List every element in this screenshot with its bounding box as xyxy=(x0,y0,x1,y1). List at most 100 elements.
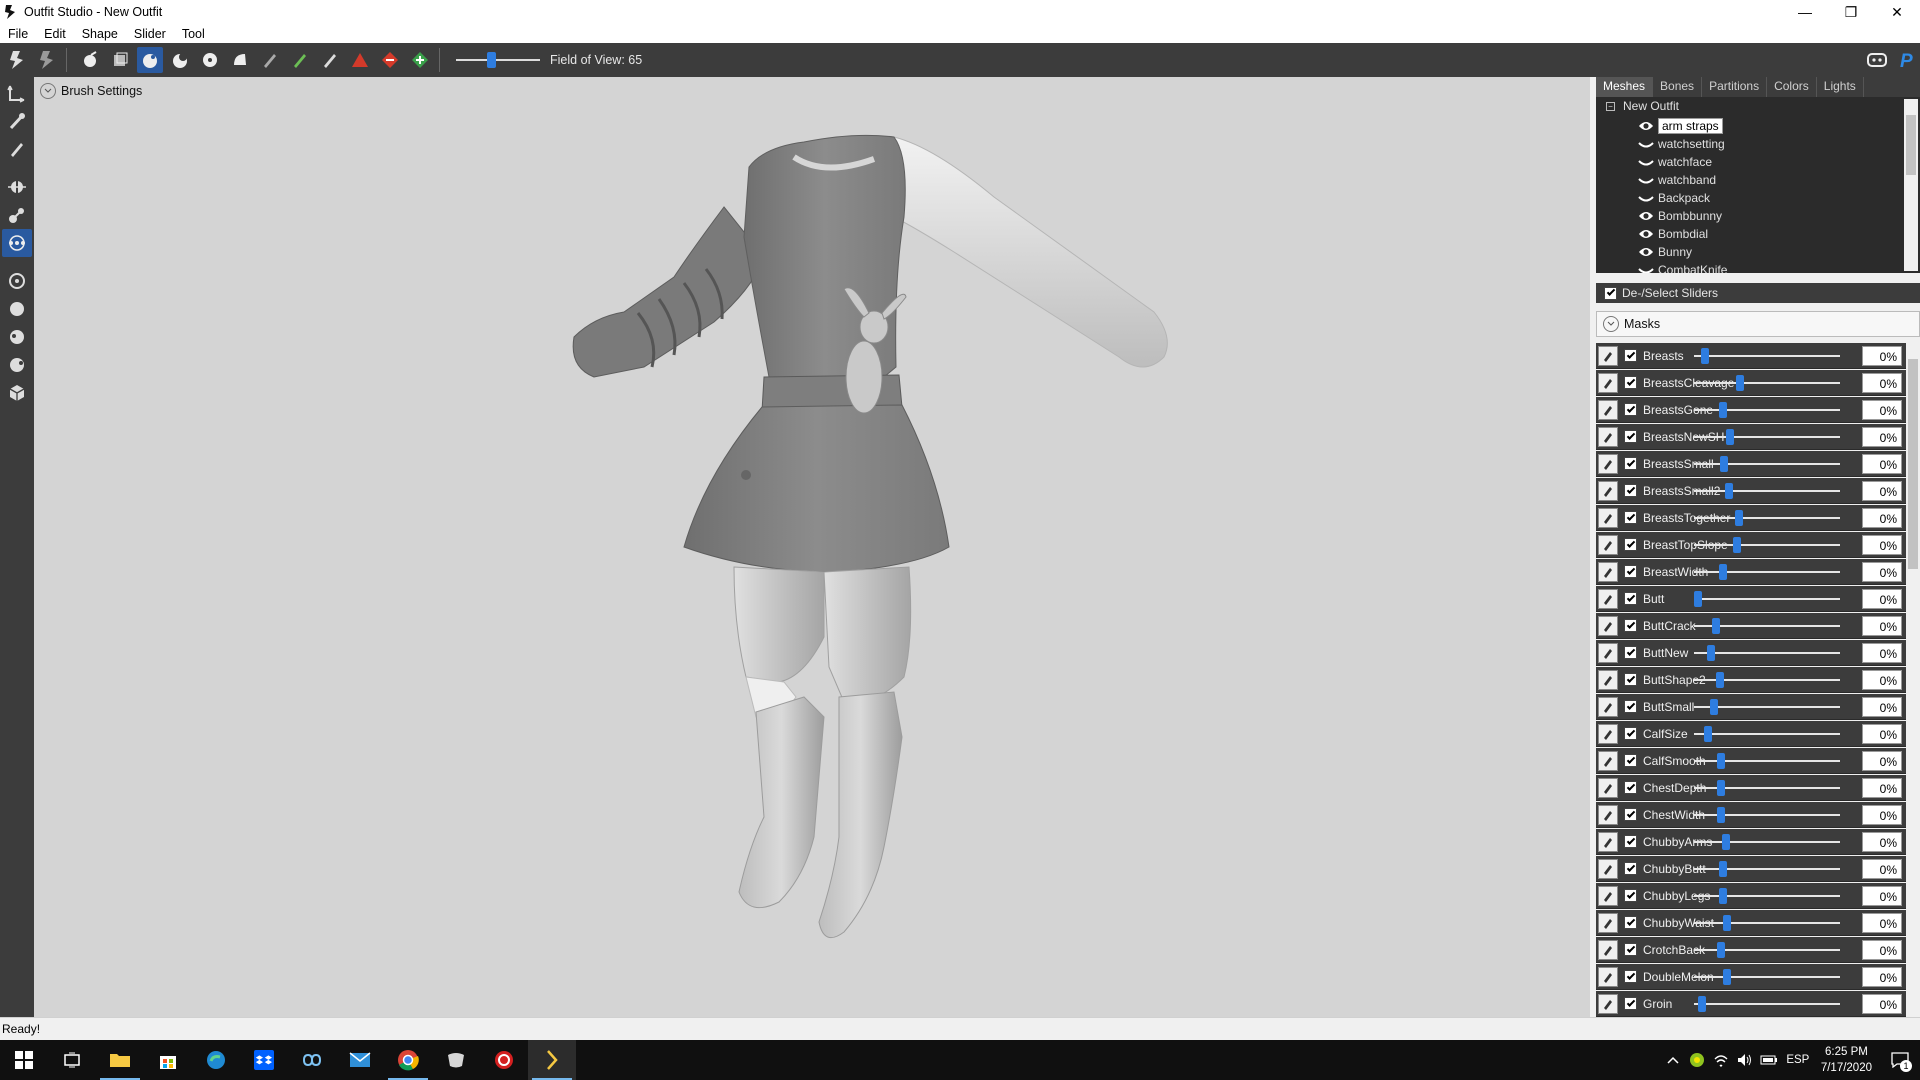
notification-icon[interactable]: 1 xyxy=(1880,1040,1920,1080)
alpha-paint-icon[interactable] xyxy=(317,47,343,73)
edit-slider-button[interactable] xyxy=(1598,669,1618,690)
eye-open-icon[interactable] xyxy=(1638,246,1654,258)
mesh-item[interactable]: Bunny xyxy=(1638,243,1692,261)
slider-value-field[interactable]: 0% xyxy=(1862,427,1902,447)
file-explorer-icon[interactable] xyxy=(96,1040,144,1080)
paypal-icon[interactable]: P xyxy=(1894,47,1920,73)
mesh-item[interactable]: Backpack xyxy=(1638,189,1710,207)
edit-slider-button[interactable] xyxy=(1598,426,1618,447)
slider-track[interactable] xyxy=(1694,517,1840,519)
field-of-view-slider[interactable] xyxy=(456,47,540,73)
slider-value-field[interactable]: 0% xyxy=(1862,400,1902,420)
slider-thumb[interactable] xyxy=(1718,402,1727,418)
slider-checkbox[interactable] xyxy=(1624,646,1637,659)
mesh-item[interactable]: CombatKnife xyxy=(1638,261,1727,273)
slider-thumb[interactable] xyxy=(1717,942,1726,958)
slider-checkbox[interactable] xyxy=(1624,592,1637,605)
edit-slider-button[interactable] xyxy=(1598,939,1618,960)
slider-checkbox[interactable] xyxy=(1624,376,1637,389)
edit-slider-button[interactable] xyxy=(1598,372,1618,393)
edit-slider-button[interactable] xyxy=(1598,345,1618,366)
slider-checkbox[interactable] xyxy=(1624,727,1637,740)
collapse-icon[interactable]: − xyxy=(1606,101,1615,111)
slider-track[interactable] xyxy=(1694,355,1840,357)
slider-track[interactable] xyxy=(1694,652,1840,654)
chrome-icon[interactable] xyxy=(384,1040,432,1080)
slider-checkbox[interactable] xyxy=(1624,619,1637,632)
move-brush-icon[interactable] xyxy=(197,47,223,73)
tray-app-icon[interactable] xyxy=(1685,1040,1709,1080)
mirror-x-icon[interactable] xyxy=(2,173,32,201)
slider-checkbox[interactable] xyxy=(1624,457,1637,470)
deselect-sliders-checkbox[interactable] xyxy=(1604,286,1617,300)
slider-thumb[interactable] xyxy=(1724,483,1733,499)
tab-partitions[interactable]: Partitions xyxy=(1702,77,1768,97)
slider-thumb[interactable] xyxy=(1733,537,1742,553)
edit-slider-button[interactable] xyxy=(1598,885,1618,906)
slider-track[interactable] xyxy=(1694,868,1840,870)
network-icon[interactable] xyxy=(1709,1040,1733,1080)
chevron-up-icon[interactable] xyxy=(1661,1040,1685,1080)
mail-icon[interactable] xyxy=(336,1040,384,1080)
eye-open-icon[interactable] xyxy=(1638,120,1654,132)
slider-value-field[interactable]: 0% xyxy=(1862,643,1902,663)
slider-thumb[interactable] xyxy=(1734,510,1743,526)
menu-shape[interactable]: Shape xyxy=(74,27,126,41)
field-of-view-slider-thumb[interactable] xyxy=(486,52,496,68)
clock[interactable]: 6:25 PM 7/17/2020 xyxy=(1821,1044,1872,1076)
connected-only-icon[interactable] xyxy=(2,201,32,229)
task-view-icon[interactable] xyxy=(48,1040,96,1080)
slider-value-field[interactable]: 0% xyxy=(1862,913,1902,933)
edit-slider-button[interactable] xyxy=(1598,480,1618,501)
slider-checkbox[interactable] xyxy=(1624,538,1637,551)
discord-icon[interactable] xyxy=(1864,47,1890,73)
tab-colors[interactable]: Colors xyxy=(1767,77,1817,97)
show-textures-icon[interactable] xyxy=(2,379,32,407)
slider-thumb[interactable] xyxy=(1736,375,1745,391)
slider-thumb[interactable] xyxy=(1723,969,1732,985)
edit-slider-button[interactable] xyxy=(1598,453,1618,474)
slider-track[interactable] xyxy=(1694,949,1840,951)
slider-track[interactable] xyxy=(1694,598,1840,600)
eye-closed-icon[interactable] xyxy=(1638,174,1654,186)
mask-brush-icon[interactable] xyxy=(107,47,133,73)
slider-checkbox[interactable] xyxy=(1624,997,1637,1010)
slider-track[interactable] xyxy=(1694,922,1840,924)
tree-root[interactable]: − New Outfit xyxy=(1606,99,1679,113)
slider-thumb[interactable] xyxy=(1711,618,1720,634)
3d-viewport[interactable]: Brush Settings xyxy=(34,77,1590,1017)
slider-track[interactable] xyxy=(1694,841,1840,843)
eye-closed-icon[interactable] xyxy=(1638,156,1654,168)
slider-checkbox[interactable] xyxy=(1624,781,1637,794)
tab-lights[interactable]: Lights xyxy=(1817,77,1864,97)
slider-thumb[interactable] xyxy=(1723,915,1732,931)
dropbox-icon[interactable] xyxy=(240,1040,288,1080)
edit-slider-button[interactable] xyxy=(1598,966,1618,987)
edit-slider-button[interactable] xyxy=(1598,399,1618,420)
edit-slider-button[interactable] xyxy=(1598,777,1618,798)
slider-track[interactable] xyxy=(1694,787,1840,789)
slider-thumb[interactable] xyxy=(1717,780,1726,796)
edit-slider-button[interactable] xyxy=(1598,993,1618,1014)
edit-slider-button[interactable] xyxy=(1598,804,1618,825)
deselect-sliders-row[interactable]: De-/Select Sliders xyxy=(1596,283,1920,303)
eye-closed-icon[interactable] xyxy=(1638,138,1654,150)
slider-value-field[interactable]: 0% xyxy=(1862,886,1902,906)
slider-checkbox[interactable] xyxy=(1624,484,1637,497)
slider-thumb[interactable] xyxy=(1715,672,1724,688)
slider-value-field[interactable]: 0% xyxy=(1862,508,1902,528)
masks-toggle[interactable]: Masks xyxy=(1596,311,1920,337)
edit-slider-button[interactable] xyxy=(1598,696,1618,717)
flip-edge-icon[interactable] xyxy=(377,47,403,73)
windows-start-icon[interactable] xyxy=(0,1040,48,1080)
edit-slider-button[interactable] xyxy=(1598,507,1618,528)
slider-checkbox[interactable] xyxy=(1624,403,1637,416)
slider-track[interactable] xyxy=(1694,409,1840,411)
slider-value-field[interactable]: 0% xyxy=(1862,724,1902,744)
slider-thumb[interactable] xyxy=(1704,726,1713,742)
restore-button[interactable]: ❐ xyxy=(1828,0,1874,24)
menu-tool[interactable]: Tool xyxy=(174,27,213,41)
slider-value-field[interactable]: 0% xyxy=(1862,994,1902,1014)
slider-checkbox[interactable] xyxy=(1624,349,1637,362)
antivirus-icon[interactable] xyxy=(480,1040,528,1080)
